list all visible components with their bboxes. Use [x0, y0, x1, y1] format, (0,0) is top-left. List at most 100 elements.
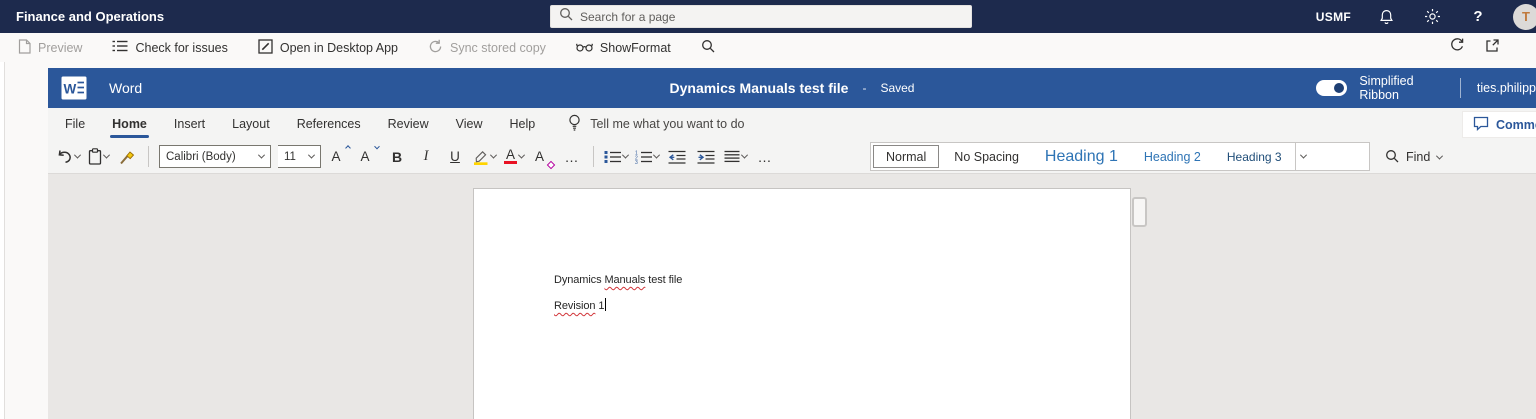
format-painter-button[interactable] [116, 143, 138, 171]
open-in-desktop-label: Open in Desktop App [279, 40, 399, 55]
popout-icon[interactable] [1485, 38, 1500, 58]
chevron-down-icon [652, 151, 661, 159]
sync-icon [428, 39, 443, 57]
chevron-down-icon [517, 151, 526, 159]
shrink-font-label: A [360, 149, 370, 164]
style-heading-3[interactable]: Heading 3 [1214, 143, 1295, 170]
comments-button[interactable]: Comments [1462, 111, 1536, 138]
more-paragraph-options-button[interactable]: … [754, 143, 776, 171]
fo-top-navbar: Finance and Operations USMF ? T [0, 0, 1536, 33]
tab-references[interactable]: References [297, 108, 361, 140]
save-status: Saved [880, 81, 915, 95]
font-size-value: 11 [284, 150, 296, 163]
bold-button[interactable]: B [386, 143, 408, 171]
settings-gear-icon[interactable] [1421, 6, 1443, 28]
text-effects-button[interactable]: A [532, 143, 556, 171]
grow-font-button[interactable]: A [328, 143, 351, 171]
more-font-options-button[interactable]: … [561, 143, 583, 171]
underline-button[interactable]: U [444, 143, 466, 171]
preview-label: Preview [38, 40, 83, 55]
undo-button[interactable] [56, 143, 82, 171]
titlebar-divider [1460, 78, 1461, 98]
styles-dropdown-button[interactable] [1294, 143, 1312, 170]
sync-stored-copy-button[interactable]: Sync stored copy [428, 39, 546, 57]
search-input[interactable] [580, 9, 963, 24]
toolbar-divider [148, 146, 149, 167]
text-cursor [605, 298, 607, 311]
chevron-down-icon [374, 143, 380, 149]
svg-text:3: 3 [635, 160, 638, 164]
document-page[interactable]: Dynamics Manuals test file Revision 1 [473, 188, 1131, 419]
scrollbar-thumb[interactable] [1132, 197, 1147, 227]
tell-me-box[interactable]: Tell me what you want to do [568, 114, 744, 134]
document-canvas: Dynamics Manuals test file Revision 1 [48, 174, 1536, 419]
notifications-bell-icon[interactable] [1375, 6, 1397, 28]
find-button[interactable]: Find [1385, 140, 1444, 174]
numbering-button[interactable]: 123 [635, 143, 661, 171]
tab-home[interactable]: Home [110, 108, 149, 140]
italic-button[interactable]: I [415, 143, 437, 171]
chevron-down-icon [257, 151, 266, 159]
word-logo-icon: W [61, 76, 87, 100]
chevron-down-icon [73, 151, 82, 159]
company-selector[interactable]: USMF [1316, 10, 1351, 24]
font-color-label: A [505, 147, 515, 162]
tab-view[interactable]: View [456, 108, 483, 140]
tab-review[interactable]: Review [388, 108, 429, 140]
font-color-button[interactable]: A [503, 143, 526, 171]
doc-text: test file [645, 274, 683, 286]
highlight-button[interactable] [473, 143, 498, 171]
style-heading-2[interactable]: Heading 2 [1131, 143, 1214, 170]
page-preview-icon [18, 38, 31, 57]
increase-indent-button[interactable] [695, 143, 717, 171]
document-title[interactable]: Dynamics Manuals test file [670, 80, 849, 96]
bullets-button[interactable] [604, 143, 630, 171]
user-avatar[interactable]: T [1513, 3, 1536, 30]
comment-bubble-icon [1473, 116, 1489, 134]
glasses-icon [575, 40, 593, 55]
titlebar-right-group: Simplified Ribbon ties.philipp [1316, 68, 1536, 108]
fo-toolbar-right [1449, 33, 1500, 62]
page-search-box[interactable] [550, 5, 972, 28]
tab-layout[interactable]: Layout [232, 108, 270, 140]
doc-line-2[interactable]: Revision 1 [554, 293, 1130, 319]
decrease-indent-button[interactable] [666, 143, 688, 171]
simplified-ribbon-toggle[interactable] [1316, 80, 1348, 96]
chevron-down-icon [740, 151, 749, 159]
app-title: Finance and Operations [16, 9, 165, 24]
font-name-combo[interactable]: Calibri (Body) [159, 145, 271, 168]
style-no-spacing[interactable]: No Spacing [941, 143, 1032, 170]
chevron-down-icon [307, 151, 316, 159]
tell-me-label: Tell me what you want to do [590, 117, 745, 131]
font-size-combo[interactable]: 11 [278, 145, 321, 168]
doc-line-1[interactable]: Dynamics Manuals test file [554, 267, 1130, 293]
sync-stored-copy-label: Sync stored copy [450, 40, 546, 55]
showformat-button[interactable]: ShowFormat [575, 40, 671, 55]
fo-action-toolbar: Preview Check for issues Open in Desktop… [0, 33, 1536, 62]
word-online-frame: W Word Dynamics Manuals test file - Save… [48, 68, 1536, 419]
tab-insert[interactable]: Insert [174, 108, 205, 140]
shrink-font-button[interactable]: A [357, 143, 380, 171]
tab-help[interactable]: Help [510, 108, 536, 140]
misspelled-word: Revision [554, 300, 596, 312]
style-heading-1[interactable]: Heading 1 [1032, 143, 1131, 170]
ribbon-toolbar: Calibri (Body) 11 A A B I U A A … 1 2 3 … [48, 140, 1536, 174]
style-normal[interactable]: Normal [873, 145, 940, 168]
line-spacing-button[interactable] [724, 143, 749, 171]
tab-file[interactable]: File [65, 108, 85, 140]
help-icon[interactable]: ? [1467, 6, 1489, 28]
open-in-desktop-button[interactable]: Open in Desktop App [258, 38, 399, 57]
comments-label: Comments [1496, 117, 1536, 132]
paste-button[interactable] [87, 143, 110, 171]
chevron-down-icon [621, 151, 630, 159]
refresh-icon[interactable] [1449, 37, 1465, 58]
simplified-ribbon-label: Simplified Ribbon [1359, 74, 1414, 102]
word-app-name: Word [109, 80, 143, 96]
word-titlebar: W Word Dynamics Manuals test file - Save… [48, 68, 1536, 108]
check-for-issues-button[interactable]: Check for issues [112, 39, 228, 56]
signed-in-user[interactable]: ties.philipp [1477, 81, 1536, 95]
fo-search-button[interactable] [701, 39, 715, 56]
styles-gallery: Normal No Spacing Heading 1 Heading 2 He… [870, 142, 1370, 171]
preview-button[interactable]: Preview [18, 38, 83, 57]
find-label: Find [1406, 150, 1431, 164]
